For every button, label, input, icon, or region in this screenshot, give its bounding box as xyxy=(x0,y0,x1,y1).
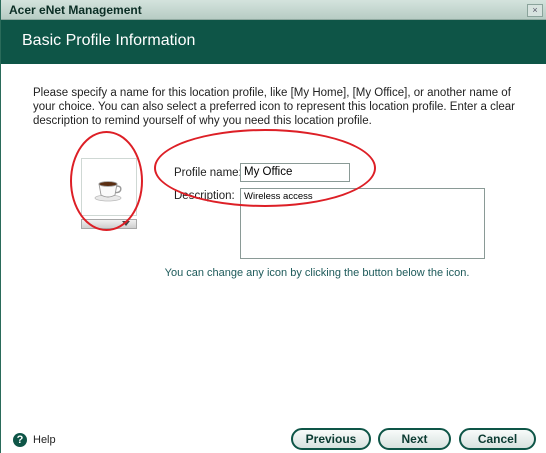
dialog-window: Acer eNet Management × Basic Profile Inf… xyxy=(0,0,546,453)
cancel-button[interactable]: Cancel xyxy=(459,428,536,450)
help-label: Help xyxy=(33,433,56,446)
coffee-cup-icon xyxy=(94,181,122,202)
change-icon-button[interactable] xyxy=(81,219,137,229)
close-button[interactable]: × xyxy=(527,4,543,17)
description-label: Description: xyxy=(174,190,235,202)
icon-hint-text: You can change any icon by clicking the … xyxy=(164,267,470,279)
page-title: Basic Profile Information xyxy=(22,32,196,49)
instructions-text: Please specify a name for this location … xyxy=(33,87,515,127)
title-bar: Acer eNet Management × xyxy=(1,0,546,20)
chevron-down-icon xyxy=(122,221,130,226)
description-textarea[interactable]: Wireless access xyxy=(240,188,485,259)
page-header: Basic Profile Information xyxy=(1,20,546,64)
profile-name-input[interactable]: My Office xyxy=(240,163,350,182)
window-title: Acer eNet Management xyxy=(9,3,142,17)
previous-button[interactable]: Previous xyxy=(291,428,371,450)
help-icon: ? xyxy=(13,432,27,447)
help-link[interactable]: ? Help xyxy=(13,431,56,449)
profile-name-label: Profile name: xyxy=(174,167,242,179)
next-button[interactable]: Next xyxy=(378,428,451,450)
